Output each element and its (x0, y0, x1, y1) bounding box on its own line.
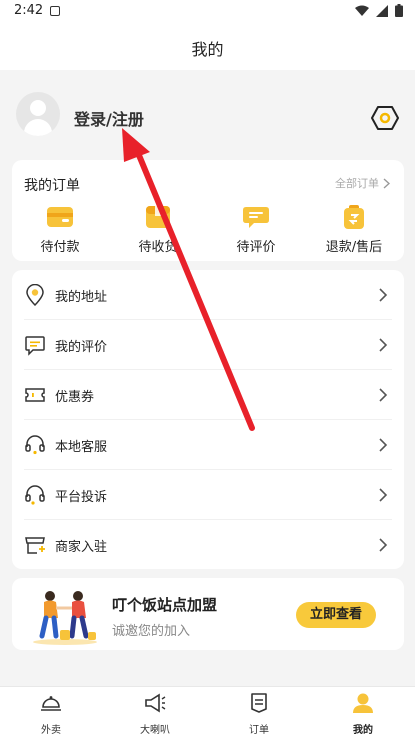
notification-icon (50, 6, 60, 16)
chevron-right-icon (379, 488, 388, 502)
menu-item-label: 我的评价 (55, 340, 108, 355)
menu-item-label: 优惠券 (55, 390, 95, 405)
order-pending-payment[interactable]: 待付款 (20, 204, 100, 255)
settings-icon[interactable] (371, 104, 399, 132)
review-icon (25, 336, 45, 356)
tab-orders[interactable]: 订单 (229, 693, 289, 736)
menu-item-label: 平台投诉 (55, 490, 108, 505)
order-pending-delivery[interactable]: 待收货 (118, 204, 198, 255)
orders-card: 我的订单 全部订单 待付款 待收货 待评价 退款/售后 (12, 160, 404, 261)
refund-icon (344, 205, 364, 229)
order-item-label: 待付款 (40, 240, 80, 255)
handshake-illustration-icon (33, 591, 97, 645)
status-time: 2:42 (14, 3, 44, 18)
battery-icon (395, 4, 403, 17)
menu-card: 我的地址 我的评价 优惠券 本地客服 平台投诉 商家入驻 (12, 270, 404, 569)
chevron-right-icon (379, 538, 388, 552)
view-all-orders-label: 全部订单 (335, 177, 379, 190)
signal-icon (376, 4, 388, 17)
profile-section: 登录/注册 (0, 70, 415, 162)
menu-item-reviews[interactable]: 我的评价 (12, 320, 404, 370)
order-icon (251, 693, 267, 713)
order-item-label: 退款/售后 (325, 240, 383, 255)
avatar[interactable] (16, 92, 60, 136)
tab-mine[interactable]: 我的 (333, 693, 393, 736)
comment-icon (243, 207, 269, 228)
menu-item-complaint[interactable]: 平台投诉 (12, 470, 404, 520)
tab-label: 订单 (249, 725, 269, 736)
view-now-button[interactable]: 立即查看 (296, 602, 376, 628)
menu-item-label: 商家入驻 (55, 540, 108, 555)
tab-takeout[interactable]: 外卖 (21, 693, 81, 736)
package-icon (146, 206, 170, 228)
chevron-right-icon (379, 438, 388, 452)
cloche-icon (41, 696, 61, 711)
menu-item-label: 我的地址 (55, 290, 108, 305)
tab-megaphone[interactable]: 大喇叭 (125, 693, 185, 736)
location-icon (26, 284, 44, 306)
order-item-label: 待收货 (138, 240, 178, 255)
bottom-tab-bar: 外卖 大喇叭 订单 我的 (0, 686, 415, 739)
login-register-link[interactable]: 登录/注册 (74, 106, 144, 130)
view-all-orders-link[interactable]: 全部订单 (335, 175, 390, 191)
menu-item-address[interactable]: 我的地址 (12, 270, 404, 320)
page-title: 我的 (191, 40, 224, 59)
status-bar: 2:42 (0, 0, 415, 24)
order-pending-review[interactable]: 待评价 (216, 204, 296, 255)
order-refund-aftersale[interactable]: 退款/售后 (314, 204, 394, 255)
coupon-icon (25, 388, 45, 402)
tab-label: 大喇叭 (140, 725, 170, 736)
orders-title: 我的订单 (24, 178, 80, 194)
title-bar: 我的 (0, 24, 415, 70)
complaint-headset-icon (25, 485, 45, 505)
menu-item-label: 本地客服 (55, 440, 108, 455)
chevron-right-icon (383, 177, 390, 189)
chevron-right-icon (379, 388, 388, 402)
wifi-icon (355, 5, 369, 16)
tab-label: 我的 (353, 725, 373, 736)
chevron-right-icon (379, 338, 388, 352)
banner-title: 叮个饭站点加盟 (112, 596, 218, 614)
tab-label: 外卖 (41, 725, 61, 736)
menu-item-local-service[interactable]: 本地客服 (12, 420, 404, 470)
system-icons (355, 4, 403, 17)
order-item-label: 待评价 (236, 240, 276, 255)
user-icon (353, 693, 373, 713)
franchise-banner[interactable]: 叮个饭站点加盟 诚邀您的加入 立即查看 (12, 578, 404, 650)
menu-item-merchant-join[interactable]: 商家入驻 (12, 520, 404, 570)
megaphone-icon (145, 693, 166, 713)
banner-subtitle: 诚邀您的加入 (112, 624, 191, 639)
headset-icon (25, 435, 45, 455)
chevron-right-icon (379, 288, 388, 302)
wallet-icon (47, 207, 73, 227)
menu-item-coupons[interactable]: 优惠券 (12, 370, 404, 420)
store-icon (25, 537, 45, 554)
